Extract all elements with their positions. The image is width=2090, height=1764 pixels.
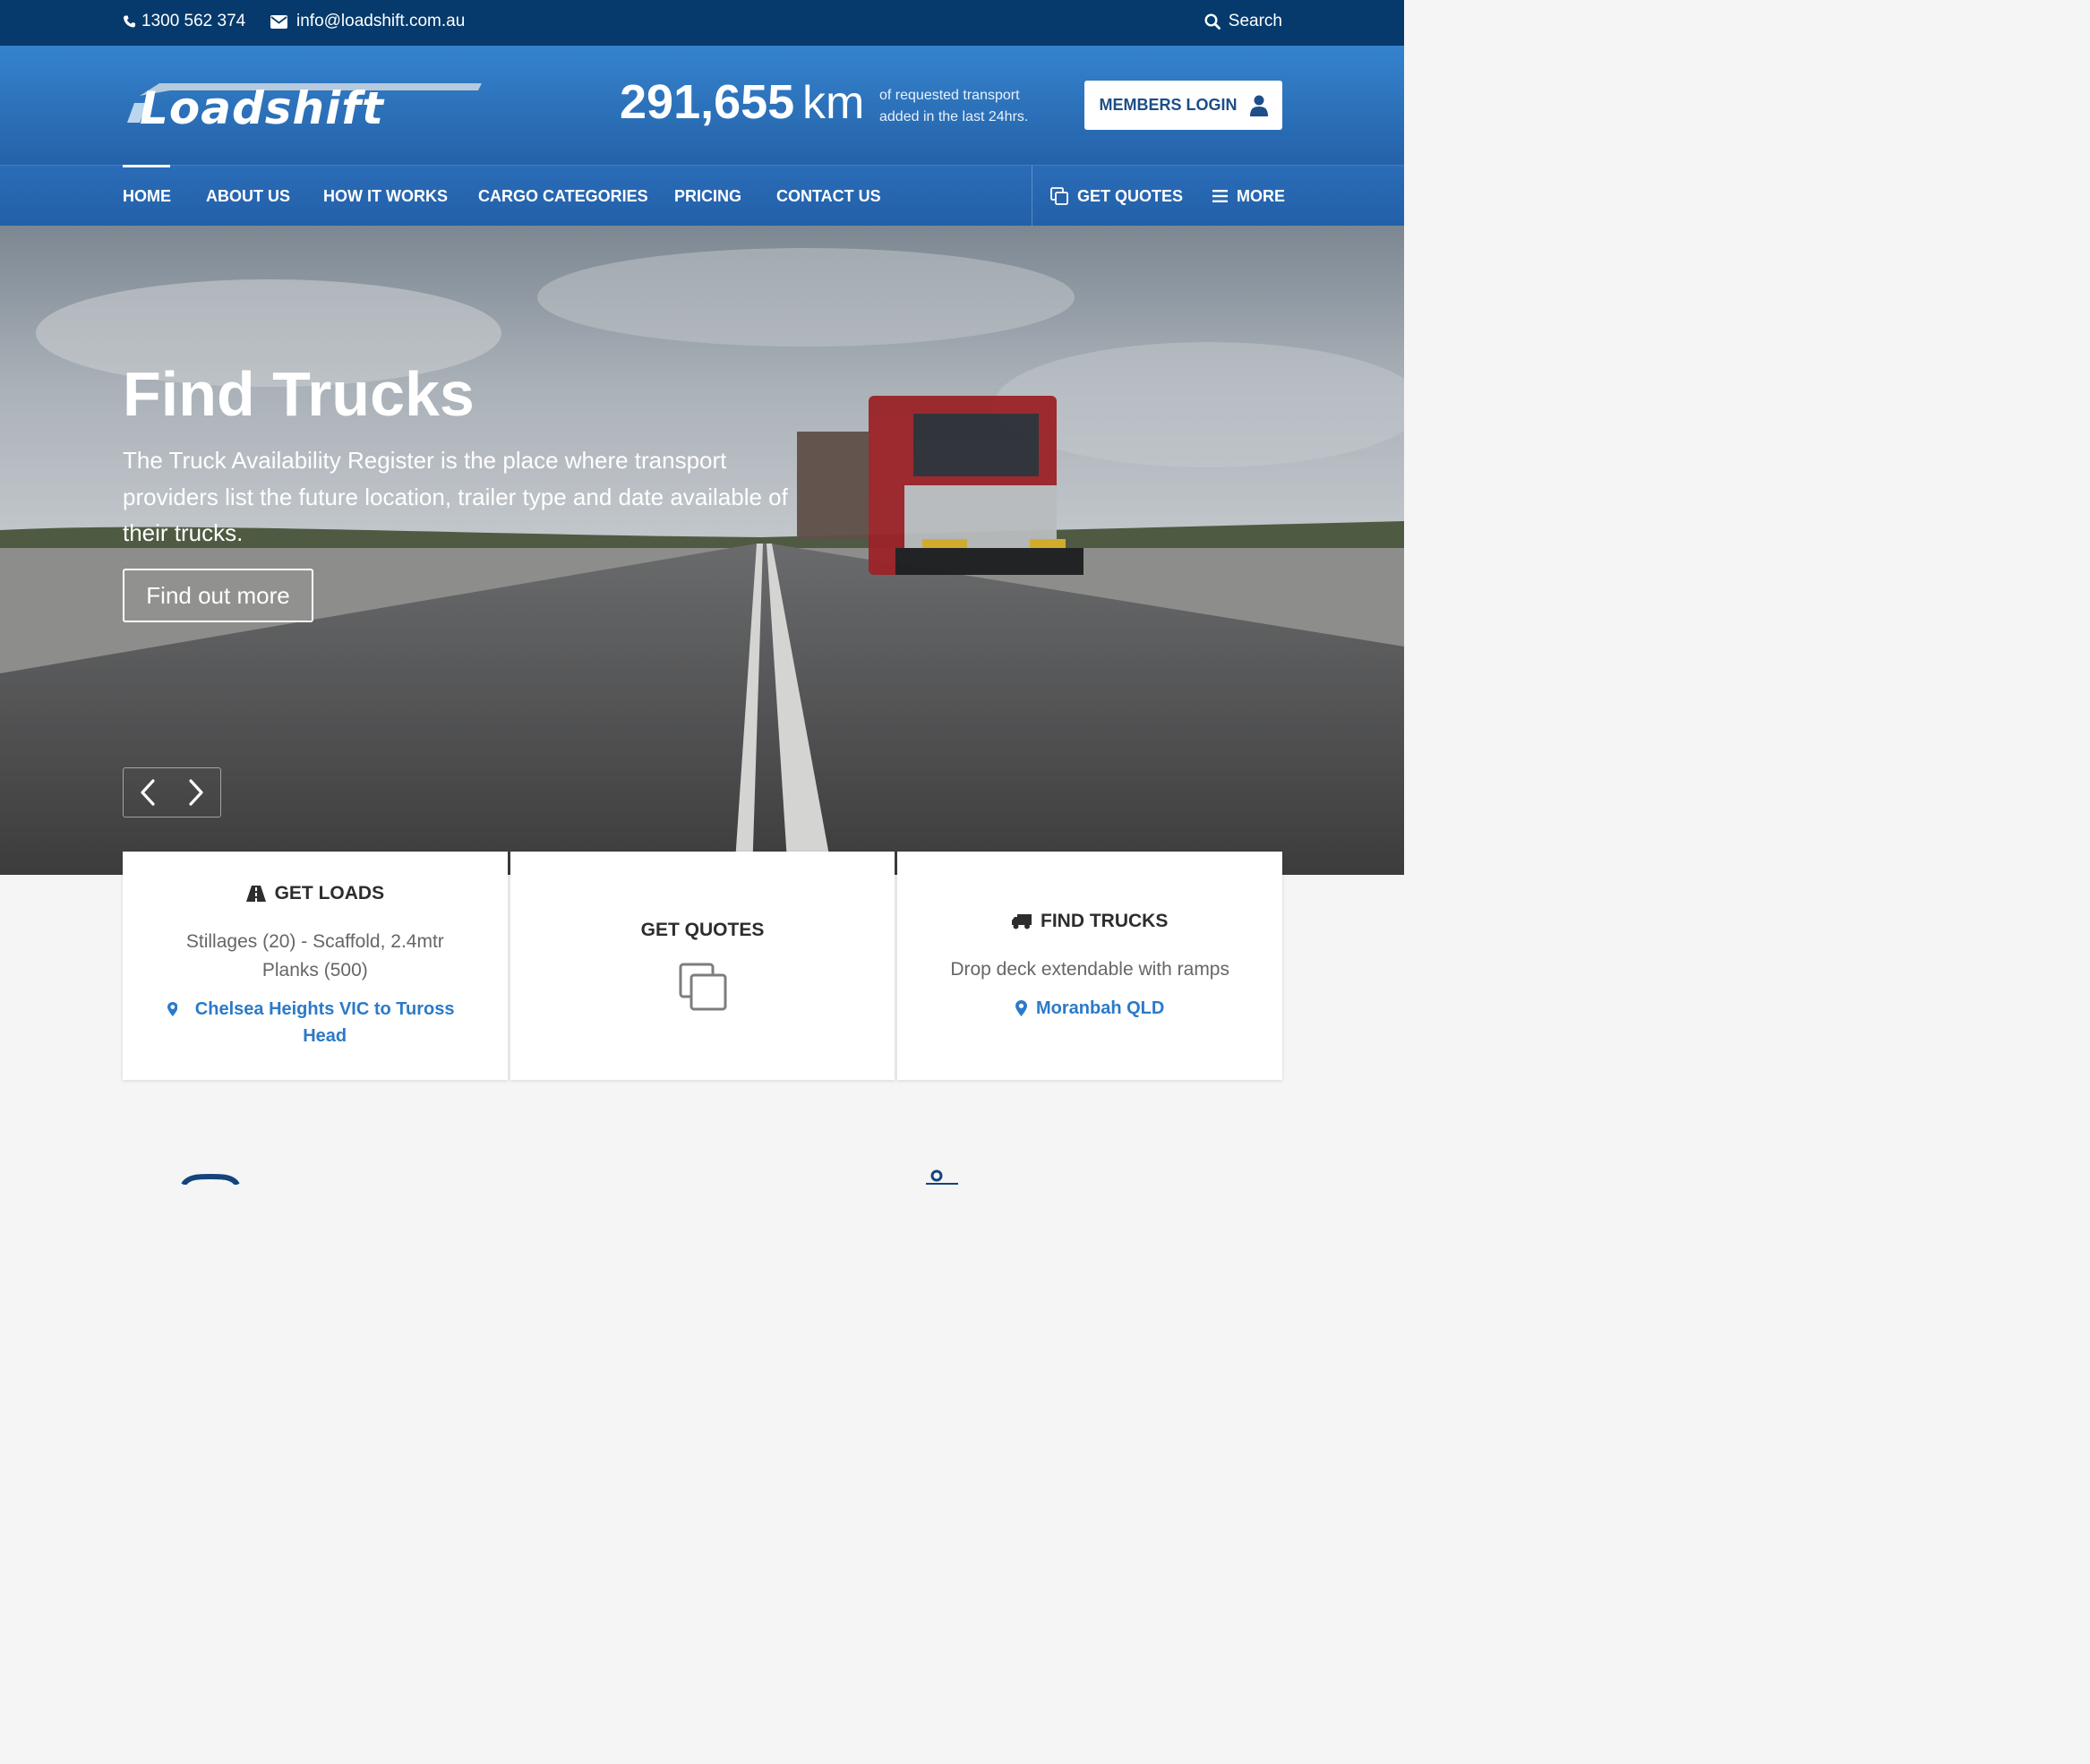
truck-icon bbox=[1012, 913, 1032, 929]
get-loads-heading: GET LOADS bbox=[245, 883, 385, 904]
copy-icon bbox=[1050, 187, 1068, 205]
hero-description: The Truck Availability Register is the p… bbox=[123, 447, 788, 546]
main-nav: HOME ABOUT US HOW IT WORKS CARGO CATEGOR… bbox=[0, 165, 1404, 227]
transport-km-value: 291,655 bbox=[620, 75, 795, 129]
hero-slider: Find Trucks The Truck Availability Regis… bbox=[0, 226, 1404, 875]
road-icon bbox=[245, 886, 266, 902]
search-label: Search bbox=[1228, 12, 1282, 30]
get-loads-location[interactable]: Chelsea Heights VIC to Tuross Head bbox=[167, 996, 463, 1049]
phone-icon bbox=[124, 15, 136, 28]
get-quotes-card[interactable]: GET QUOTES bbox=[510, 852, 895, 1080]
copy-icon bbox=[679, 963, 726, 1011]
find-trucks-title: FIND TRUCKS bbox=[1041, 911, 1169, 931]
envelope-icon bbox=[270, 14, 287, 29]
find-trucks-location-text: Moranbah QLD bbox=[1036, 998, 1165, 1018]
nav-more-label: MORE bbox=[1237, 187, 1285, 205]
phone-number: 1300 562 374 bbox=[141, 12, 246, 30]
members-login-button[interactable]: MEMBERS LOGIN bbox=[1084, 81, 1282, 130]
get-loads-title: GET LOADS bbox=[274, 883, 385, 903]
nav-contact-us[interactable]: CONTACT US bbox=[776, 166, 881, 227]
feature-icon-partial bbox=[181, 1174, 240, 1185]
site-header: Loadshift 291,655 km of requested transp… bbox=[0, 46, 1404, 165]
get-loads-card[interactable]: GET LOADS Stillages (20) - Scaffold, 2.4… bbox=[123, 852, 508, 1080]
top-bar: 1300 562 374 info@loadshift.com.au Searc… bbox=[0, 0, 1404, 46]
nav-cargo-categories[interactable]: CARGO CATEGORIES bbox=[478, 166, 648, 227]
hero-title: Find Trucks bbox=[123, 359, 475, 429]
search-link[interactable]: Search bbox=[1204, 12, 1282, 31]
feature-cards: GET LOADS Stillages (20) - Scaffold, 2.4… bbox=[123, 852, 1283, 1080]
stat-desc-line2: added in the last 24hrs. bbox=[879, 109, 1029, 124]
search-icon bbox=[1204, 13, 1221, 30]
nav-pricing[interactable]: PRICING bbox=[674, 166, 741, 227]
find-trucks-card[interactable]: FIND TRUCKS Drop deck extendable with ra… bbox=[897, 852, 1283, 1080]
slider-prev-button[interactable] bbox=[124, 768, 172, 817]
find-trucks-description: Drop deck extendable with ramps bbox=[950, 959, 1229, 980]
map-marker-icon bbox=[167, 1001, 178, 1017]
get-loads-location-text: Chelsea Heights VIC to Tuross Head bbox=[194, 999, 455, 1046]
transport-km-description: of requested transport added in the last… bbox=[879, 85, 1049, 128]
nav-more[interactable]: MORE bbox=[1212, 166, 1285, 227]
nav-about-us[interactable]: ABOUT US bbox=[206, 166, 290, 227]
find-out-more-button[interactable]: Find out more bbox=[123, 569, 313, 622]
loadshift-logo[interactable]: Loadshift bbox=[124, 80, 482, 132]
slider-next-button[interactable] bbox=[172, 768, 220, 817]
members-login-label: MEMBERS LOGIN bbox=[1099, 96, 1238, 114]
transport-km-unit: km bbox=[802, 77, 865, 129]
nav-get-quotes[interactable]: GET QUOTES bbox=[1050, 166, 1183, 227]
get-quotes-title: GET QUOTES bbox=[640, 920, 765, 940]
stat-desc-line1: of requested transport bbox=[879, 88, 1020, 103]
get-loads-description: Stillages (20) - Scaffold, 2.4mtr Planks… bbox=[185, 931, 444, 980]
email-address: info@loadshift.com.au bbox=[296, 12, 466, 30]
chevron-left-icon bbox=[141, 779, 155, 806]
svg-text:Loadshift: Loadshift bbox=[140, 82, 385, 132]
phone-link[interactable]: 1300 562 374 bbox=[123, 12, 245, 31]
nav-how-it-works[interactable]: HOW IT WORKS bbox=[323, 166, 448, 227]
find-trucks-location[interactable]: Moranbah QLD bbox=[942, 995, 1238, 1022]
find-trucks-heading: FIND TRUCKS bbox=[1012, 911, 1168, 932]
email-link[interactable]: info@loadshift.com.au bbox=[270, 12, 465, 31]
feature-icon-partial-2 bbox=[926, 1169, 958, 1185]
get-quotes-heading: GET QUOTES bbox=[641, 920, 765, 941]
user-icon bbox=[1249, 95, 1268, 116]
slider-controls bbox=[123, 767, 221, 818]
map-marker-icon bbox=[1015, 1000, 1027, 1016]
nav-get-quotes-label: GET QUOTES bbox=[1077, 187, 1184, 205]
chevron-right-icon bbox=[189, 779, 203, 806]
menu-icon bbox=[1212, 190, 1228, 202]
nav-home[interactable]: HOME bbox=[123, 165, 171, 227]
